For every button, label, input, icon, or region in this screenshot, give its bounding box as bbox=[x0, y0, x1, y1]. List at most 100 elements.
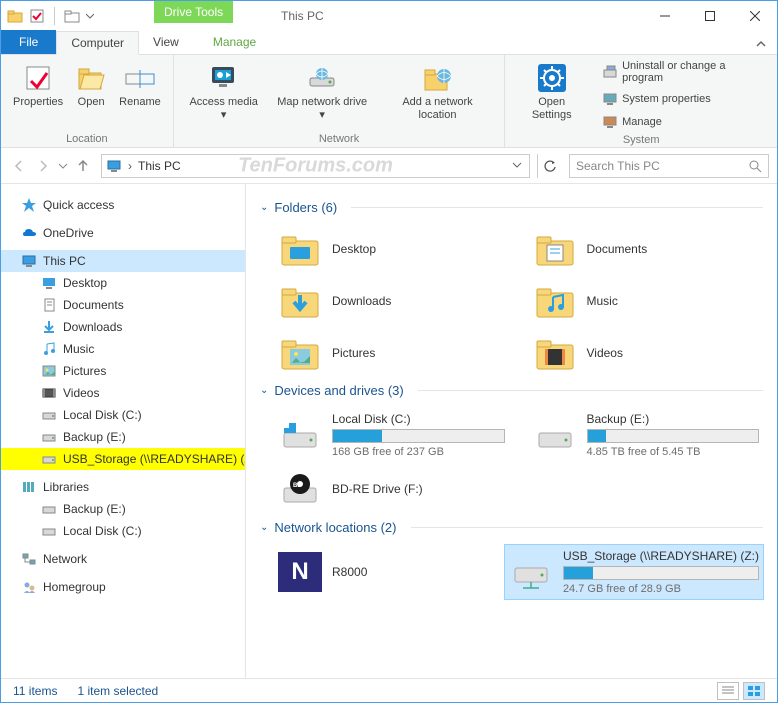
content-pane[interactable]: ⌄Folders (6) Desktop Documents Downloads… bbox=[246, 184, 777, 678]
label: System properties bbox=[622, 93, 711, 105]
drive-icon bbox=[41, 523, 57, 539]
folder-pictures[interactable]: Pictures bbox=[274, 329, 509, 377]
group-drives[interactable]: ⌄Devices and drives (3) bbox=[260, 383, 763, 398]
tree-this-pc[interactable]: This PC bbox=[1, 250, 245, 272]
new-folder-icon[interactable] bbox=[64, 8, 80, 24]
folder-icon[interactable] bbox=[7, 8, 23, 24]
tab-view[interactable]: View bbox=[139, 30, 193, 54]
tree-desktop[interactable]: Desktop bbox=[1, 272, 245, 294]
folder-downloads[interactable]: Downloads bbox=[274, 277, 509, 325]
tree-downloads[interactable]: Downloads bbox=[1, 316, 245, 338]
maximize-button[interactable] bbox=[687, 1, 732, 31]
ribbon-tabs: File Computer View Manage bbox=[1, 31, 777, 55]
tree-lib-backup[interactable]: Backup (E:) bbox=[1, 498, 245, 520]
svg-text:BD: BD bbox=[293, 483, 302, 489]
drive-icon bbox=[41, 501, 57, 517]
music-icon bbox=[41, 341, 57, 357]
ribbon-group-system: Open Settings Uninstall or change a prog… bbox=[505, 55, 777, 147]
search-icon bbox=[748, 159, 762, 173]
window-title: This PC bbox=[281, 9, 324, 23]
navigation-tree[interactable]: Quick access OneDrive This PC Desktop Do… bbox=[1, 184, 246, 678]
refresh-button[interactable] bbox=[537, 154, 561, 178]
optical-drive-icon: BD bbox=[278, 470, 322, 510]
label: Manage bbox=[622, 116, 662, 128]
open-button[interactable]: Open bbox=[69, 58, 113, 131]
recent-locations-button[interactable] bbox=[57, 156, 69, 176]
folder-desktop[interactable]: Desktop bbox=[274, 225, 509, 273]
drive-icon bbox=[278, 415, 322, 455]
item-count: 11 items bbox=[13, 684, 57, 698]
uninstall-program-button[interactable]: Uninstall or change a program bbox=[598, 58, 771, 86]
pictures-icon bbox=[41, 363, 57, 379]
folder-music[interactable]: Music bbox=[529, 277, 764, 325]
forward-button[interactable] bbox=[33, 156, 53, 176]
qat-dropdown[interactable] bbox=[86, 8, 94, 24]
tree-backup-e[interactable]: Backup (E:) bbox=[1, 426, 245, 448]
folder-documents[interactable]: Documents bbox=[529, 225, 764, 273]
tree-quick-access[interactable]: Quick access bbox=[1, 194, 245, 216]
homegroup-icon bbox=[21, 579, 37, 595]
window-controls bbox=[642, 1, 777, 31]
network-r8000[interactable]: N R8000 bbox=[274, 545, 485, 599]
label: Uninstall or change a program bbox=[622, 60, 767, 84]
breadcrumb[interactable]: This PC bbox=[138, 159, 181, 173]
tree-pictures[interactable]: Pictures bbox=[1, 360, 245, 382]
tree-documents[interactable]: Documents bbox=[1, 294, 245, 316]
back-button[interactable] bbox=[9, 156, 29, 176]
tree-libraries[interactable]: Libraries bbox=[1, 476, 245, 498]
drive-backup-e[interactable]: Backup (E:)4.85 TB free of 5.45 TB bbox=[529, 408, 764, 462]
tab-manage[interactable]: Manage bbox=[199, 30, 270, 54]
network-usb-storage-z[interactable]: USB_Storage (\\READYSHARE) (Z:)24.7 GB f… bbox=[505, 545, 763, 599]
libraries-icon bbox=[21, 479, 37, 495]
properties-button[interactable]: Properties bbox=[7, 58, 69, 131]
tab-file[interactable]: File bbox=[1, 30, 56, 54]
selection-count: 1 item selected bbox=[77, 684, 158, 698]
rename-button[interactable]: Rename bbox=[113, 58, 167, 131]
manage-button[interactable]: Manage bbox=[598, 112, 771, 132]
tree-local-disk-c[interactable]: Local Disk (C:) bbox=[1, 404, 245, 426]
up-button[interactable] bbox=[73, 156, 93, 176]
tree-music[interactable]: Music bbox=[1, 338, 245, 360]
group-label: System bbox=[511, 132, 771, 148]
desktop-icon bbox=[41, 275, 57, 291]
system-properties-button[interactable]: System properties bbox=[598, 89, 771, 109]
minimize-button[interactable] bbox=[642, 1, 687, 31]
star-icon bbox=[21, 197, 37, 213]
ribbon: Properties Open Rename Location Access m… bbox=[1, 55, 777, 148]
address-bar[interactable]: › This PC TenForums.com bbox=[101, 154, 530, 178]
tree-onedrive[interactable]: OneDrive bbox=[1, 222, 245, 244]
cloud-icon bbox=[21, 225, 37, 241]
access-media-button[interactable]: Access media ▾ bbox=[180, 58, 268, 131]
tree-network[interactable]: Network bbox=[1, 548, 245, 570]
folder-videos[interactable]: Videos bbox=[529, 329, 764, 377]
network-location-icon: N bbox=[278, 552, 322, 592]
address-dropdown[interactable] bbox=[509, 159, 525, 173]
tab-computer[interactable]: Computer bbox=[56, 31, 139, 55]
open-settings-button[interactable]: Open Settings bbox=[511, 58, 592, 132]
tree-homegroup[interactable]: Homegroup bbox=[1, 576, 245, 598]
drive-bdre-f[interactable]: BD BD-RE Drive (F:) bbox=[274, 466, 509, 514]
close-button[interactable] bbox=[732, 1, 777, 31]
tree-videos[interactable]: Videos bbox=[1, 382, 245, 404]
drive-local-c[interactable]: Local Disk (C:)168 GB free of 237 GB bbox=[274, 408, 509, 462]
monitor-icon bbox=[106, 158, 122, 174]
network-icon bbox=[21, 551, 37, 567]
placeholder: Search This PC bbox=[576, 159, 660, 173]
tree-usb-storage-z[interactable]: USB_Storage (\\READYSHARE) (Z:) bbox=[1, 448, 245, 470]
titlebar: Drive Tools This PC bbox=[1, 1, 777, 31]
group-network-locations[interactable]: ⌄Network locations (2) bbox=[260, 520, 763, 535]
details-view-button[interactable] bbox=[717, 682, 739, 700]
search-input[interactable]: Search This PC bbox=[569, 154, 769, 178]
add-network-location-button[interactable]: Add a network location bbox=[377, 58, 499, 131]
label: Open Settings bbox=[517, 96, 586, 122]
properties-icon[interactable] bbox=[29, 8, 45, 24]
map-network-drive-button[interactable]: Map network drive ▾ bbox=[268, 58, 377, 131]
separator bbox=[54, 7, 55, 25]
thumbnails-view-button[interactable] bbox=[743, 682, 765, 700]
quick-access-toolbar bbox=[1, 7, 94, 25]
collapse-ribbon-icon[interactable] bbox=[755, 39, 767, 54]
group-folders[interactable]: ⌄Folders (6) bbox=[260, 200, 763, 215]
tree-lib-local-disk[interactable]: Local Disk (C:) bbox=[1, 520, 245, 542]
downloads-icon bbox=[41, 319, 57, 335]
ribbon-group-location: Properties Open Rename Location bbox=[1, 55, 174, 147]
